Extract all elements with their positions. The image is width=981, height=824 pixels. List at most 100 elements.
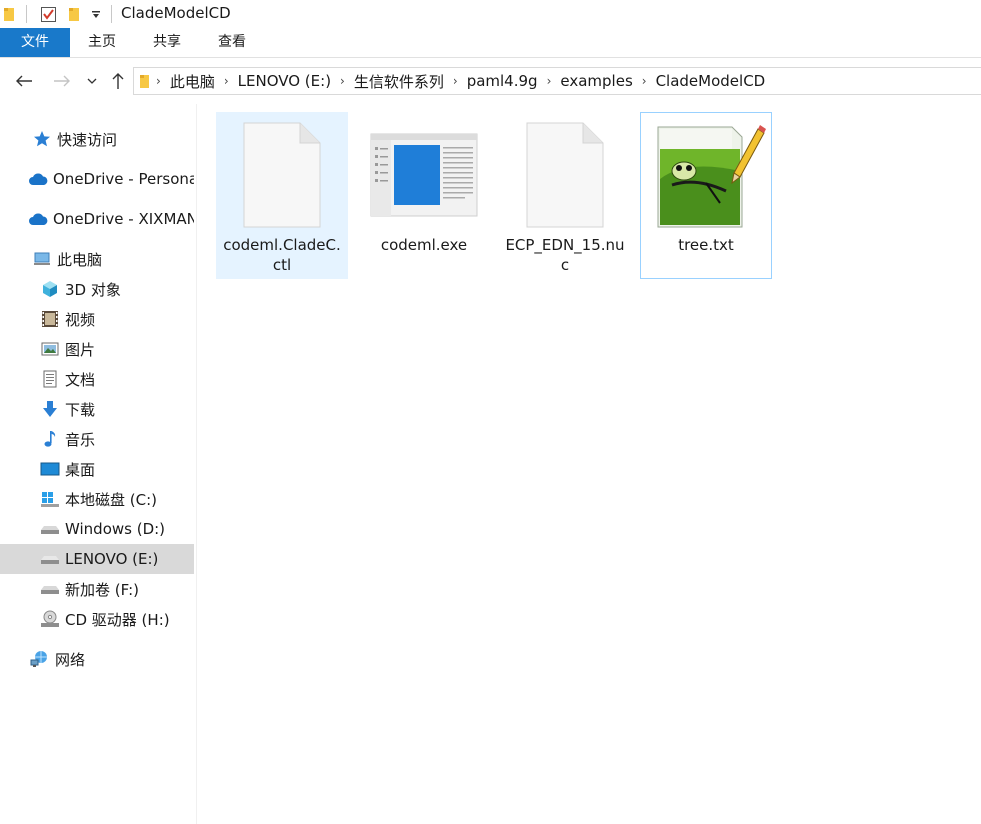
- ribbon: 文件 主页 共享 查看: [0, 28, 981, 58]
- cloud-icon: [28, 209, 48, 229]
- sidebar-item-desktop[interactable]: 桌面: [0, 454, 194, 484]
- properties-checkmark-icon[interactable]: [40, 6, 57, 27]
- notepad-plus-plus-icon: [641, 119, 771, 231]
- breadcrumb-examples[interactable]: examples: [556, 72, 636, 90]
- folder-icon: [139, 73, 151, 89]
- sidebar-item-drive-f[interactable]: 新加卷 (F:): [0, 574, 194, 604]
- sidebar-item-downloads[interactable]: 下载: [0, 394, 194, 424]
- document-icon: [40, 369, 60, 389]
- sidebar-item-videos[interactable]: 视频: [0, 304, 194, 334]
- sidebar-item-onedrive-personal[interactable]: OneDrive - Persona: [0, 164, 194, 194]
- sidebar-item-label: 新加卷 (F:): [65, 580, 139, 599]
- back-button[interactable]: [12, 68, 36, 94]
- tab-share[interactable]: 共享: [141, 28, 193, 57]
- sidebar-item-3d-objects[interactable]: 3D 对象: [0, 274, 194, 304]
- file-name: codeml.CladeC.ctl: [223, 236, 341, 274]
- sidebar-item-label: 图片: [65, 340, 96, 359]
- sidebar-item-cd-drive[interactable]: CD 驱动器 (H:): [0, 604, 194, 634]
- blank-file-icon: [217, 119, 347, 231]
- music-icon: [40, 429, 60, 449]
- sidebar-item-this-pc[interactable]: 此电脑: [0, 244, 194, 274]
- sidebar-item-label: 音乐: [65, 430, 96, 449]
- breadcrumb: › 此电脑 › LENOVO (E:) › 生信软件系列 › paml4.9g …: [134, 68, 769, 94]
- cloud-icon: [28, 169, 48, 189]
- breadcrumb-this-pc[interactable]: 此电脑: [166, 71, 219, 92]
- file-list: codeml.CladeC.ctl codeml.exe ECP_EDN_15.…: [216, 112, 976, 312]
- forward-button[interactable]: [50, 68, 74, 94]
- breadcrumb-paml[interactable]: paml4.9g: [463, 72, 542, 90]
- file-name: codeml.exe: [380, 236, 468, 254]
- star-icon: [32, 129, 52, 149]
- chevron-right-icon[interactable]: ›: [542, 74, 557, 88]
- navigation-pane: 快速访问 OneDrive - Persona OneDrive - XIXMA…: [0, 104, 197, 824]
- address-bar[interactable]: › 此电脑 › LENOVO (E:) › 生信软件系列 › paml4.9g …: [133, 67, 981, 95]
- new-folder-icon[interactable]: [68, 6, 82, 26]
- sidebar-item-drive-d[interactable]: Windows (D:): [0, 514, 194, 544]
- up-button[interactable]: [106, 68, 130, 94]
- sidebar-item-quick-access[interactable]: 快速访问: [0, 124, 194, 154]
- tab-file[interactable]: 文件: [0, 28, 70, 57]
- sidebar-item-label: 下载: [65, 400, 96, 419]
- recent-locations-button[interactable]: [82, 68, 102, 94]
- drive-icon: [40, 519, 60, 539]
- breadcrumb-bio-software[interactable]: 生信软件系列: [350, 71, 448, 92]
- sidebar-item-label: 文档: [65, 370, 96, 389]
- sidebar-item-network[interactable]: 网络: [0, 644, 194, 674]
- sidebar-item-label: 视频: [65, 310, 96, 329]
- tab-home[interactable]: 主页: [76, 28, 128, 57]
- desktop-icon: [40, 459, 60, 479]
- sidebar-item-pictures[interactable]: 图片: [0, 334, 194, 364]
- window-title: CladeModelCD: [121, 4, 231, 22]
- picture-icon: [40, 339, 60, 359]
- chevron-right-icon[interactable]: ›: [637, 74, 652, 88]
- sidebar-item-label: 本地磁盘 (C:): [65, 490, 157, 509]
- arrow-up-icon: [112, 73, 124, 89]
- sidebar-item-label: 网络: [55, 650, 86, 669]
- chevron-right-icon[interactable]: ›: [448, 74, 463, 88]
- chevron-right-icon[interactable]: ›: [219, 74, 234, 88]
- file-item-ecp-nuc[interactable]: ECP_EDN_15.nuc: [499, 112, 631, 279]
- sidebar-item-music[interactable]: 音乐: [0, 424, 194, 454]
- separator: [26, 5, 27, 23]
- windows-drive-icon: [40, 489, 60, 509]
- cd-drive-icon: [40, 609, 60, 629]
- sidebar-item-label: OneDrive - XIXMAN: [53, 210, 194, 228]
- network-icon: [30, 649, 50, 669]
- sidebar-item-label: 桌面: [65, 460, 96, 479]
- sidebar-item-label: OneDrive - Persona: [53, 170, 194, 188]
- folder-icon: [3, 6, 17, 26]
- sidebar-item-label: CD 驱动器 (H:): [65, 610, 170, 629]
- file-name: tree.txt: [678, 236, 734, 254]
- drive-icon: [40, 549, 60, 569]
- download-icon: [40, 399, 60, 419]
- sidebar-item-onedrive-business[interactable]: OneDrive - XIXMAN: [0, 204, 194, 234]
- sidebar-item-label: LENOVO (E:): [65, 550, 159, 568]
- tab-view[interactable]: 查看: [206, 28, 258, 57]
- arrow-left-icon: [16, 75, 32, 87]
- separator: [111, 5, 112, 23]
- file-item-tree-txt[interactable]: tree.txt: [640, 112, 772, 279]
- sidebar-item-drive-e[interactable]: LENOVO (E:): [0, 544, 194, 574]
- blank-file-icon: [500, 119, 630, 231]
- sidebar-item-drive-c[interactable]: 本地磁盘 (C:): [0, 484, 194, 514]
- drive-icon: [40, 579, 60, 599]
- sidebar-item-label: Windows (D:): [65, 520, 166, 538]
- arrow-right-icon: [54, 75, 70, 87]
- file-name: ECP_EDN_15.nuc: [505, 236, 625, 274]
- breadcrumb-current-folder[interactable]: CladeModelCD: [652, 72, 770, 90]
- exe-window-icon: [359, 119, 489, 231]
- cube-icon: [40, 279, 60, 299]
- file-item-codeml-exe[interactable]: codeml.exe: [358, 112, 490, 279]
- computer-icon: [32, 249, 52, 269]
- file-item-codeml-ctl[interactable]: codeml.CladeC.ctl: [216, 112, 348, 279]
- customize-dropdown-icon[interactable]: [91, 8, 101, 24]
- sidebar-item-label: 3D 对象: [65, 280, 121, 299]
- film-icon: [40, 309, 60, 329]
- sidebar-item-label: 快速访问: [57, 130, 118, 149]
- sidebar-item-documents[interactable]: 文档: [0, 364, 194, 394]
- chevron-right-icon[interactable]: ›: [151, 74, 166, 88]
- chevron-down-icon: [87, 78, 97, 84]
- chevron-right-icon[interactable]: ›: [335, 74, 350, 88]
- breadcrumb-lenovo-drive[interactable]: LENOVO (E:): [234, 72, 335, 90]
- title-bar: CladeModelCD: [0, 0, 981, 28]
